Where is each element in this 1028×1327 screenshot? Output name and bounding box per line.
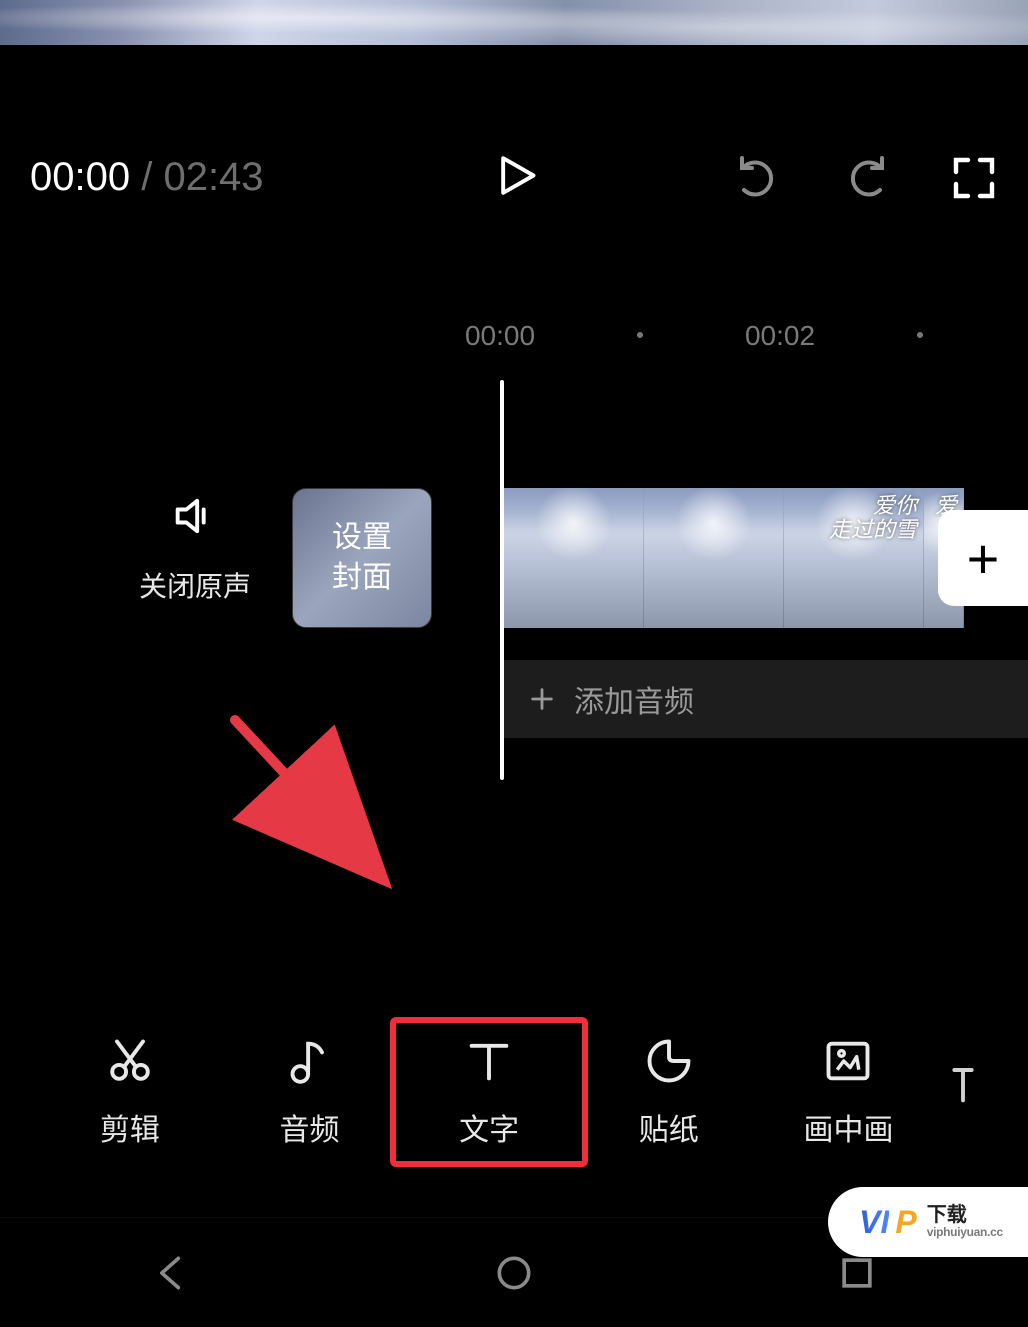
nav-back-button[interactable] (149, 1251, 193, 1295)
watermark-url: viphuiyuan.cc (927, 1226, 1003, 1239)
playhead[interactable] (500, 380, 504, 780)
tool-more[interactable] (953, 1057, 973, 1127)
sticker-icon (643, 1035, 695, 1087)
tool-pip[interactable]: 画中画 (773, 1035, 923, 1149)
video-clip-frame[interactable]: 爱你走过的雪 (784, 488, 924, 628)
watermark-title: 下载 (927, 1205, 1003, 1226)
scissors-icon (104, 1035, 156, 1087)
video-preview (0, 0, 1028, 45)
player-controls-bar: 00:00 / 02:43 (0, 45, 1028, 310)
ruler-mark: 00:00 (465, 320, 535, 352)
add-clip-button[interactable]: + (938, 510, 1028, 606)
clip-text-overlay: 爱你 (873, 493, 917, 518)
play-button[interactable] (488, 149, 540, 206)
tool-label: 音频 (279, 1105, 339, 1149)
nav-home-button[interactable] (492, 1251, 536, 1295)
current-time: 00:00 (30, 155, 130, 199)
ruler-tick (917, 332, 923, 338)
tool-audio[interactable]: 音频 (234, 1035, 384, 1149)
tool-label: 画中画 (803, 1105, 893, 1149)
watermark-logo-p: P (895, 1204, 916, 1241)
ruler-tick (637, 332, 643, 338)
set-cover-button[interactable]: 设置 封面 (292, 488, 432, 628)
effects-icon (937, 1057, 989, 1109)
undo-button[interactable] (734, 154, 782, 202)
mute-label: 关闭原声 (130, 565, 260, 605)
nav-recent-button[interactable] (835, 1251, 879, 1295)
play-icon (488, 149, 540, 201)
clip-text-overlay: 走过的雪 (829, 517, 917, 542)
time-separator: / (130, 155, 163, 199)
duration: 02:43 (163, 155, 263, 199)
plus-icon: + (967, 526, 1000, 591)
plus-icon (528, 685, 556, 713)
redo-icon (842, 154, 890, 202)
video-clip-frame[interactable] (504, 488, 644, 628)
tool-label: 文字 (459, 1105, 519, 1149)
speaker-icon (169, 490, 221, 542)
text-icon (463, 1035, 515, 1087)
playback-time: 00:00 / 02:43 (30, 155, 264, 200)
mute-original-button[interactable]: 关闭原声 (130, 490, 260, 605)
music-note-icon (283, 1035, 335, 1087)
watermark-badge: VIP 下载 viphuiyuan.cc (828, 1187, 1028, 1257)
set-cover-label: 设置 封面 (332, 518, 392, 599)
fullscreen-icon (950, 154, 998, 202)
timeline-area[interactable]: 关闭原声 设置 封面 爱你走过的雪 爱 + 添加音频 (0, 370, 1028, 870)
tool-sticker[interactable]: 贴纸 (594, 1035, 744, 1149)
video-clip-frame[interactable] (644, 488, 784, 628)
add-audio-button[interactable]: 添加音频 (504, 660, 1028, 738)
tool-text[interactable]: 文字 (414, 1035, 564, 1149)
redo-button[interactable] (842, 154, 890, 202)
bottom-toolbar: 剪辑 音频 文字 贴纸 画中画 (0, 1007, 1028, 1177)
tool-label: 剪辑 (100, 1105, 160, 1149)
timeline-ruler[interactable]: 00:00 00:02 (0, 310, 1028, 370)
pip-icon (822, 1035, 874, 1087)
undo-icon (734, 154, 782, 202)
tool-label: 贴纸 (639, 1105, 699, 1149)
add-audio-label: 添加音频 (574, 677, 694, 721)
watermark-logo-v: VI (859, 1204, 889, 1241)
tool-edit[interactable]: 剪辑 (55, 1035, 205, 1149)
fullscreen-button[interactable] (950, 154, 998, 202)
ruler-mark: 00:02 (745, 320, 815, 352)
